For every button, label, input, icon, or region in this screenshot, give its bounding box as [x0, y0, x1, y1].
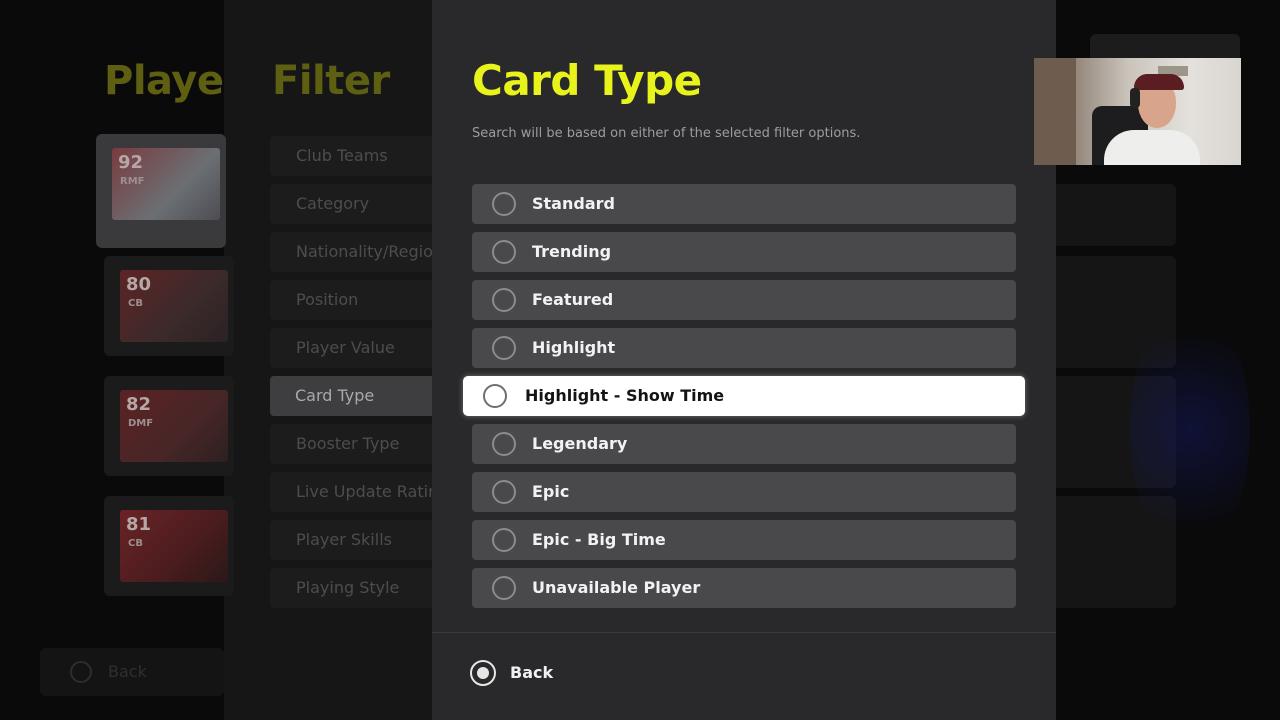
radio-circle-icon — [492, 576, 516, 600]
bg-player-card: 82 DMF — [104, 376, 234, 476]
option-epic[interactable]: Epic — [472, 472, 1016, 512]
bg-card-rating: 82 — [126, 394, 152, 415]
bg-filter-title: Filter — [272, 58, 390, 104]
bg-card-rating: 80 — [126, 274, 152, 295]
option-label: Epic - Big Time — [532, 530, 666, 549]
option-label: Highlight - Show Time — [525, 386, 725, 405]
option-label: Highlight — [532, 338, 616, 357]
dialog-title: Card Type — [472, 56, 702, 105]
bg-player-card: 80 CB — [104, 256, 234, 356]
back-button-label: Back — [510, 663, 554, 682]
radio-circle-icon — [492, 528, 516, 552]
option-trending[interactable]: Trending — [472, 232, 1016, 272]
option-epic-big-time[interactable]: Epic - Big Time — [472, 520, 1016, 560]
radio-circle-icon — [492, 480, 516, 504]
radio-circle-icon — [492, 192, 516, 216]
webcam-door — [1034, 58, 1076, 165]
option-unavailable-player[interactable]: Unavailable Player — [472, 568, 1016, 608]
webcam-overlay — [1034, 58, 1241, 165]
bg-menu-playing-style: Playing Style — [270, 568, 434, 608]
bg-back-icon — [70, 661, 92, 683]
option-highlight[interactable]: Highlight — [472, 328, 1016, 368]
radio-circle-icon — [492, 288, 516, 312]
bg-player-card: 92 RMF — [96, 134, 226, 248]
bg-result-row — [1056, 184, 1176, 246]
bg-menu-club-teams: Club Teams — [270, 136, 434, 176]
bg-card-position: DMF — [128, 418, 154, 429]
option-label: Epic — [532, 482, 570, 501]
back-button[interactable]: Back — [470, 660, 580, 686]
bg-menu-category: Category — [270, 184, 434, 224]
bg-back-label: Back — [108, 662, 147, 681]
option-label: Standard — [532, 194, 615, 213]
bg-page-title: Player — [104, 58, 243, 104]
option-label: Unavailable Player — [532, 578, 701, 597]
bg-card-rating: 81 — [126, 514, 152, 535]
bg-menu-nationality: Nationality/Region — [270, 232, 434, 272]
option-featured[interactable]: Featured — [472, 280, 1016, 320]
webcam-headset-icon — [1130, 88, 1140, 108]
bg-card-position: CB — [128, 538, 143, 549]
dialog-subtitle: Search will be based on either of the se… — [472, 126, 861, 141]
webcam-person-torso — [1104, 130, 1200, 165]
radio-circle-icon — [492, 336, 516, 360]
circle-button-icon — [470, 660, 496, 686]
bg-card-position: RMF — [120, 176, 145, 187]
bg-menu-booster-type: Booster Type — [270, 424, 434, 464]
radio-circle-icon — [492, 432, 516, 456]
radio-circle-icon — [492, 240, 516, 264]
option-standard[interactable]: Standard — [472, 184, 1016, 224]
option-legendary[interactable]: Legendary — [472, 424, 1016, 464]
option-label: Trending — [532, 242, 612, 261]
bg-menu-player-value: Player Value — [270, 328, 434, 368]
radio-circle-icon — [483, 384, 507, 408]
bg-glow — [1130, 300, 1250, 560]
bg-menu-live-update: Live Update Rating — [270, 472, 434, 512]
bg-player-card: 81 CB — [104, 496, 234, 596]
bg-card-position: CB — [128, 298, 143, 309]
bg-menu-card-type: Card Type — [270, 376, 434, 416]
dialog-footer-divider — [432, 632, 1056, 633]
option-label: Legendary — [532, 434, 628, 453]
option-highlight-show-time[interactable]: Highlight - Show Time — [463, 376, 1025, 416]
webcam-person-cap — [1134, 74, 1184, 90]
bg-back-button: Back — [40, 648, 224, 696]
card-type-dialog: Card Type Search will be based on either… — [432, 0, 1056, 720]
bg-menu-position: Position — [270, 280, 434, 320]
bg-menu-player-skills: Player Skills — [270, 520, 434, 560]
bg-card-rating: 92 — [118, 152, 144, 173]
option-label: Featured — [532, 290, 614, 309]
